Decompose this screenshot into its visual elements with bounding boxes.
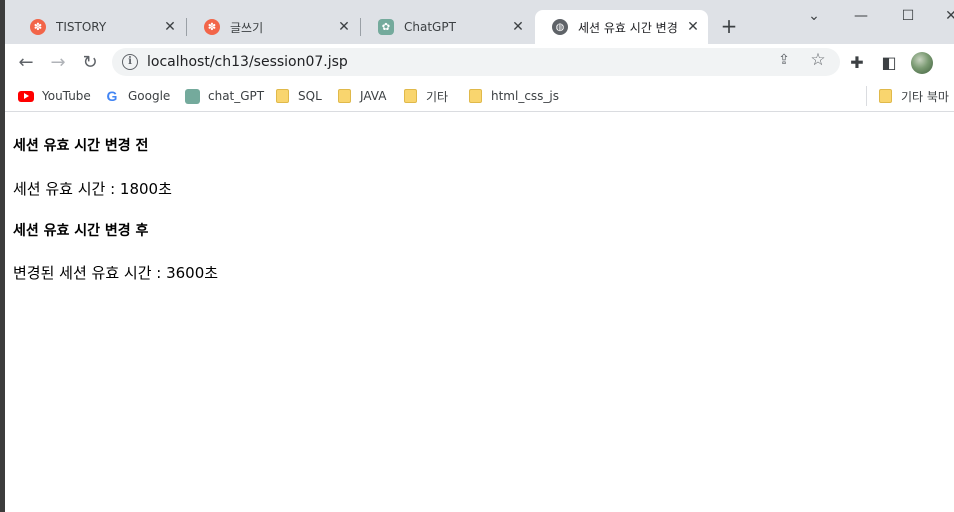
bookmark-folder-sql[interactable]: SQL — [274, 86, 322, 106]
folder-icon — [877, 88, 893, 104]
tab-chatgpt[interactable]: ✿ ChatGPT ✕ — [361, 10, 533, 44]
bookmark-label: 기타 — [426, 89, 449, 104]
new-tab-button[interactable]: + — [718, 16, 740, 38]
chatgpt-icon: ✿ — [378, 19, 394, 35]
globe-icon: ◍ — [552, 19, 568, 35]
heading-before: 세션 유효 시간 변경 전 — [13, 138, 149, 154]
url-text[interactable]: localhost/ch13/session07.jsp — [147, 54, 348, 70]
tab-session-active[interactable]: ◍ 세션 유효 시간 변경 ✕ — [535, 10, 708, 44]
close-icon[interactable]: ✕ — [335, 18, 353, 36]
bookmark-folder-etc[interactable]: 기타 — [402, 86, 448, 106]
bookmark-google[interactable]: G Google — [104, 86, 171, 106]
bookmark-label: 기타 북마 — [901, 89, 949, 104]
bookmark-star-icon[interactable]: ☆ — [808, 50, 828, 70]
tab-write[interactable]: ✽ 글쓰기 ✕ — [187, 10, 359, 44]
tab-strip: ✽ TISTORY ✕ ✽ 글쓰기 ✕ ✿ ChatGPT ✕ ◍ 세션 유효 … — [5, 0, 954, 44]
bookmarks-separator — [866, 86, 867, 106]
tab-title: ChatGPT — [404, 20, 456, 34]
share-icon[interactable]: ⇪ — [774, 52, 794, 72]
tistory-icon: ✽ — [204, 19, 220, 35]
session-time-after: 변경된 세션 유효 시간 : 3600초 — [13, 264, 219, 282]
maximize-icon[interactable]: ☐ — [894, 4, 922, 28]
window-edge — [0, 0, 5, 512]
bookmark-folder-html-css-js[interactable]: html_css_js — [467, 86, 559, 106]
tab-tistory[interactable]: ✽ TISTORY ✕ — [13, 10, 185, 44]
folder-icon — [402, 88, 418, 104]
bookmark-label: JAVA — [360, 89, 387, 103]
close-icon[interactable]: ✕ — [509, 18, 527, 36]
bookmarks-bar: YouTube G Google chat_GPT SQL JAVA 기타 ht… — [5, 80, 954, 112]
reload-icon[interactable]: ↻ — [78, 50, 102, 74]
heading-after: 세션 유효 시간 변경 후 — [13, 223, 149, 239]
folder-icon — [336, 88, 352, 104]
browser-toolbar: ← → ↻ i localhost/ch13/session07.jsp ⇪ ☆… — [5, 44, 954, 80]
extensions-puzzle-icon[interactable]: ✚ — [846, 51, 868, 73]
bookmark-chatgpt[interactable]: chat_GPT — [184, 86, 264, 106]
profile-avatar[interactable] — [911, 52, 933, 74]
forward-arrow-icon[interactable]: → — [46, 50, 70, 74]
folder-icon — [467, 88, 483, 104]
tab-search-chevron-icon[interactable]: ⌄ — [800, 4, 828, 28]
chatgpt-icon — [184, 88, 200, 104]
bookmark-folder-java[interactable]: JAVA — [336, 86, 386, 106]
bookmark-label: YouTube — [42, 89, 91, 103]
google-icon: G — [106, 88, 118, 104]
site-info-icon[interactable]: i — [122, 54, 138, 70]
side-panel-icon[interactable]: ◧ — [878, 51, 900, 73]
bookmark-label: chat_GPT — [208, 89, 265, 103]
bookmark-label: Google — [128, 89, 171, 103]
address-bar[interactable]: i localhost/ch13/session07.jsp ⇪ ☆ — [112, 48, 840, 76]
bookmark-youtube[interactable]: YouTube — [18, 86, 91, 106]
minimize-icon[interactable]: — — [847, 4, 875, 28]
bookmark-folder-other[interactable]: 기타 북마 — [877, 86, 949, 106]
bookmark-label: SQL — [298, 89, 322, 103]
back-arrow-icon[interactable]: ← — [14, 50, 38, 74]
folder-icon — [274, 88, 290, 104]
close-icon[interactable]: ✕ — [684, 18, 702, 36]
tab-title: TISTORY — [56, 20, 107, 34]
bookmark-label: html_css_js — [491, 89, 560, 103]
close-window-icon[interactable]: ✕ — [937, 4, 954, 28]
session-time-before: 세션 유효 시간 : 1800초 — [13, 180, 172, 198]
tab-title: 세션 유효 시간 변경 — [578, 20, 678, 35]
close-icon[interactable]: ✕ — [161, 18, 179, 36]
tab-title: 글쓰기 — [230, 20, 264, 35]
tistory-icon: ✽ — [30, 19, 46, 35]
youtube-icon — [18, 88, 34, 104]
